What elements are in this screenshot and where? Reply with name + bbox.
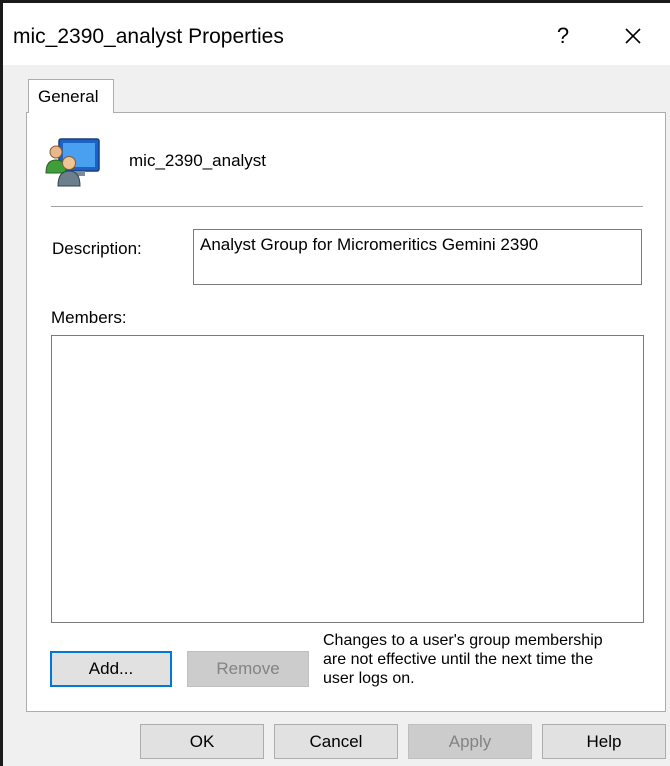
- close-icon: [625, 28, 641, 44]
- properties-dialog: mic_2390_analyst Properties ? General mi…: [0, 0, 670, 766]
- members-list[interactable]: [51, 335, 644, 623]
- members-label: Members:: [51, 308, 127, 327]
- tab-general[interactable]: General: [28, 79, 114, 113]
- note-line: Changes to a user's group membership: [323, 632, 603, 649]
- user-group-icon: [40, 137, 106, 187]
- description-label: Description:: [52, 239, 142, 258]
- window-title: mic_2390_analyst Properties: [13, 25, 284, 48]
- help-dialog-button[interactable]: Help: [542, 724, 666, 759]
- remove-button[interactable]: Remove: [187, 651, 309, 687]
- cancel-button[interactable]: Cancel: [274, 724, 398, 759]
- ok-button[interactable]: OK: [140, 724, 264, 759]
- description-field[interactable]: Analyst Group for Micromeritics Gemini 2…: [193, 229, 642, 285]
- group-name: mic_2390_analyst: [129, 151, 267, 170]
- note-line: are not effective until the next time th…: [323, 651, 594, 668]
- help-button[interactable]: ?: [548, 21, 578, 51]
- add-button[interactable]: Add...: [50, 651, 172, 687]
- title-bar[interactable]: mic_2390_analyst Properties ?: [3, 3, 670, 65]
- membership-note: Changes to a user's group membership are…: [323, 631, 653, 688]
- tab-general-label: General: [38, 87, 99, 106]
- separator: [51, 206, 643, 207]
- close-button[interactable]: [615, 19, 651, 53]
- apply-button[interactable]: Apply: [408, 724, 532, 759]
- note-line: user logs on.: [323, 670, 415, 687]
